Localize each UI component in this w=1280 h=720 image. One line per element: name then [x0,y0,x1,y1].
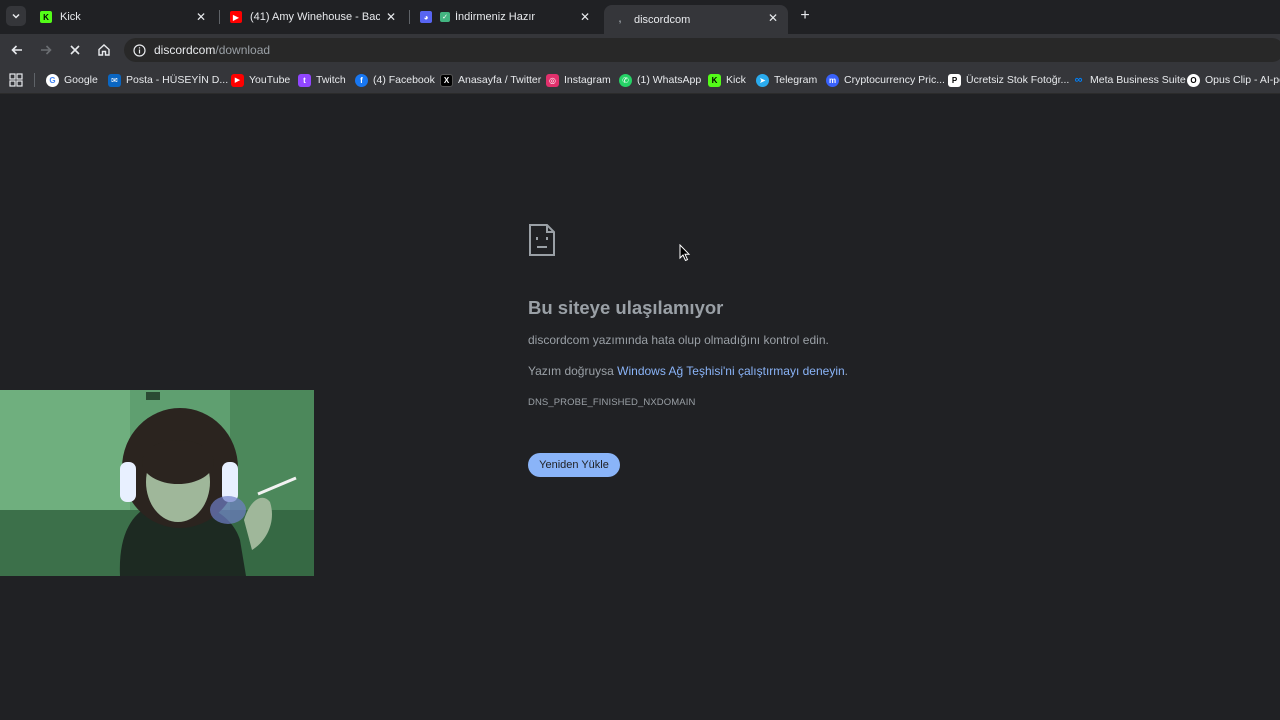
bookmark-label: Opus Clip - AI-po [1205,74,1280,86]
apps-grid-icon[interactable] [9,73,23,87]
bookmark-label: Posta - HÜSEYİN D... [126,74,229,86]
error-diagnostics-prefix: Yazım doğruysa [528,364,618,378]
pexels-icon: P [948,73,961,87]
reload-button[interactable]: Yeniden Yükle [528,453,620,477]
error-title: Bu siteye ulaşılamıyor [528,297,724,318]
bookmark-label: Cryptocurrency Pric... [844,74,945,86]
url-path: /download [215,43,271,57]
bookmark-facebook[interactable]: f (4) Facebook [355,71,435,89]
discord-icon: ◕ [420,11,432,23]
checkmark-icon: ✓ [440,12,450,22]
tab-discordcom[interactable]: , discordcom ✕ [604,5,788,34]
close-icon[interactable]: ✕ [384,10,398,24]
twitch-icon: t [298,73,311,87]
arrow-right-icon [41,45,52,55]
webcam-overlay [0,390,314,576]
bookmark-whatsapp[interactable]: ✆ (1) WhatsApp [619,71,701,89]
bookmark-label: (4) Facebook [373,74,435,86]
opus-icon: O [1187,73,1200,87]
bookmark-cryptocurrency[interactable]: m Cryptocurrency Pric... [826,71,945,89]
bookmark-posta[interactable]: ✉ Posta - HÜSEYİN D... [108,71,228,89]
coinmarketcap-icon: m [826,73,839,87]
bookmark-kick[interactable]: K Kick [708,71,746,89]
new-tab-button[interactable]: + [796,7,814,25]
error-suggestion: discordcom yazımında hata olup olmadığın… [528,333,829,347]
bookmark-label: Twitch [316,74,346,86]
close-icon[interactable]: ✕ [766,11,780,25]
bookmark-twitch[interactable]: t Twitch [298,71,346,89]
bookmark-label: Telegram [774,74,818,86]
bookmark-instagram[interactable]: ◎ Instagram [546,71,611,89]
url-host: discordcom [154,43,216,57]
meta-icon: ∞ [1074,74,1083,86]
back-button[interactable] [7,40,27,60]
address-bar[interactable]: discordcom/download [124,38,1280,62]
error-code: DNS_PROBE_FINISHED_NXDOMAIN [528,397,696,408]
sad-page-icon [529,224,555,256]
forward-button[interactable] [36,40,56,60]
close-icon[interactable]: ✕ [578,10,592,24]
tab-kick[interactable]: K Kick ✕ [30,4,216,30]
instagram-icon: ◎ [546,73,559,87]
bookmark-label: Meta Business Suite [1090,74,1186,86]
kick-icon: K [40,11,52,23]
bookmarks-divider [34,73,35,87]
toolbar: discordcom/download [0,34,1280,66]
tab-title: discordcom [634,13,691,26]
home-icon [98,44,110,56]
bookmark-label: (1) WhatsApp [637,74,702,86]
google-icon: G [46,73,59,87]
arrow-left-icon [11,45,22,55]
info-icon[interactable] [132,43,146,57]
tab-youtube[interactable]: ▶ (41) Amy Winehouse - Back To ✕ [220,4,406,30]
whatsapp-icon: ✆ [619,73,632,87]
bookmark-youtube[interactable]: ▶ YouTube [231,71,290,89]
bookmark-label: Anasayfa / Twitter [458,74,542,86]
x-icon: X [440,73,453,87]
bookmark-opus-clip[interactable]: O Opus Clip - AI-po [1187,71,1280,89]
network-diagnostics-link[interactable]: Windows Ağ Teşhisi'ni çalıştırmayı deney… [617,364,845,378]
bookmark-label: Ücretsiz Stok Fotoğr... [966,74,1070,86]
tab-title: Kick [60,11,81,23]
loading-icon: , [618,14,622,25]
youtube-icon: ▶ [231,73,244,87]
bookmark-twitter[interactable]: X Anasayfa / Twitter [440,71,541,89]
tab-title: İndirmeniz Hazır [455,11,536,23]
url-text: discordcom/download [154,43,270,57]
bookmark-meta[interactable]: ∞ Meta Business Suite [1072,71,1186,89]
tab-strip: K Kick ✕ ▶ (41) Amy Winehouse - Back To … [0,0,1280,34]
tab-search-button[interactable] [6,6,26,26]
telegram-icon: ➤ [756,73,769,87]
bookmark-label: Google [64,74,98,86]
facebook-icon: f [355,73,368,87]
bookmark-google[interactable]: G Google [46,71,98,89]
kick-icon: K [708,73,721,87]
stop-button[interactable] [65,40,85,60]
close-icon[interactable]: ✕ [194,10,208,24]
bookmark-pexels[interactable]: P Ücretsiz Stok Fotoğr... [948,71,1069,89]
tab-title: (41) Amy Winehouse - Back To [250,11,380,23]
chevron-down-icon [12,13,20,19]
tab-discord[interactable]: ◕ ✓ İndirmeniz Hazır ✕ [410,4,600,30]
webcam-feed [0,390,314,576]
bookmark-label: Kick [726,74,746,86]
error-diagnostics-line: Yazım doğruysa Windows Ağ Teşhisi'ni çal… [528,364,848,378]
mouse-cursor-icon [679,244,691,262]
bookmark-label: Instagram [564,74,611,86]
mail-icon: ✉ [108,73,121,87]
youtube-icon: ▶ [230,11,242,23]
close-icon [70,45,80,55]
home-button[interactable] [94,40,114,60]
bookmark-label: YouTube [249,74,291,86]
bookmarks-bar: G Google ✉ Posta - HÜSEYİN D... ▶ YouTub… [0,66,1280,94]
error-diagnostics-suffix: . [844,364,849,378]
bookmark-telegram[interactable]: ➤ Telegram [756,71,817,89]
